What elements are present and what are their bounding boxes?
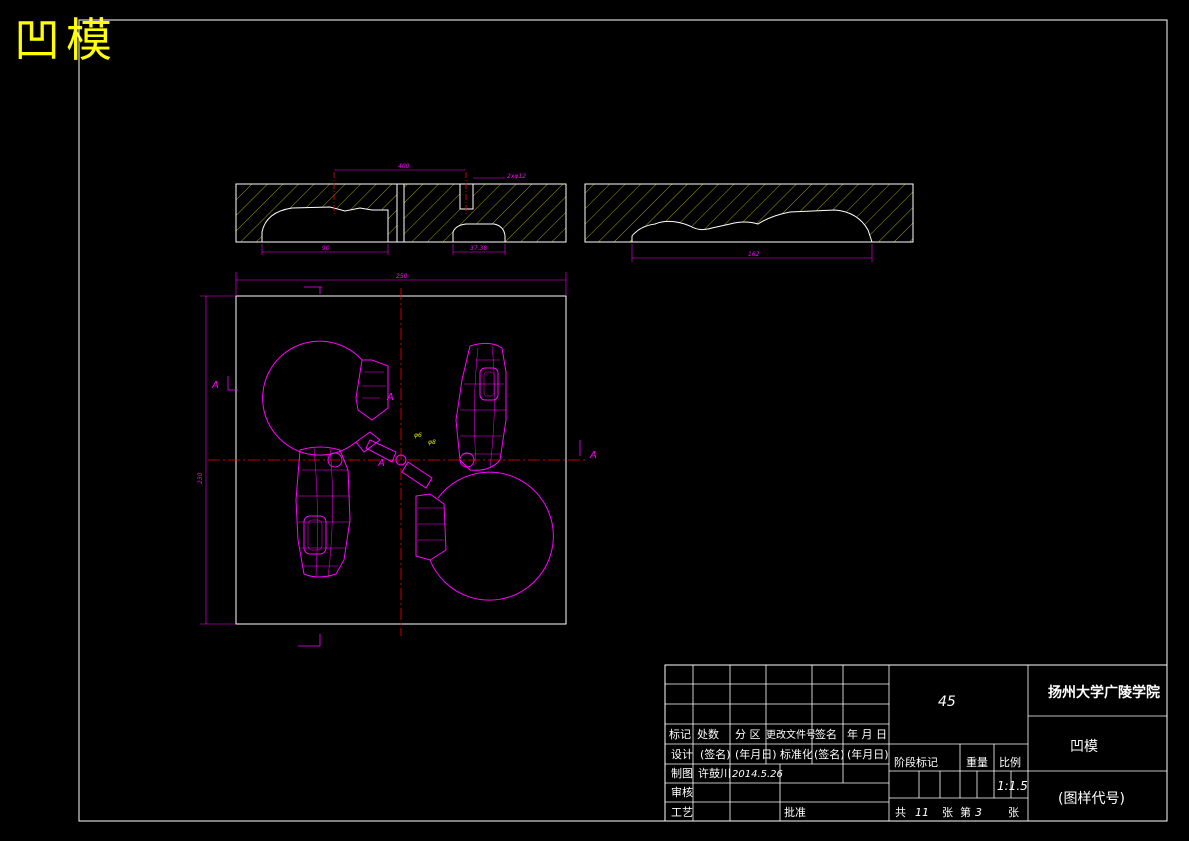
tb-design-sign: (签名) (700, 747, 731, 761)
tb-total-value: 11 (915, 806, 929, 819)
tb-design-date: (年月日) (735, 747, 777, 761)
dim-top-hole: 2xφ12 (507, 173, 526, 180)
dim-top-overall: 400 (398, 163, 410, 170)
section-pin-slot (396, 183, 405, 243)
tb-std-date: (年月日) (847, 747, 889, 761)
cavity-round-top-left (262, 340, 389, 456)
dim-hole-dia-2: φ8 (428, 439, 436, 446)
cavity-handle-bottom-left (295, 446, 351, 579)
tb-scale-label: 比例 (999, 755, 1021, 769)
section-cavity-mid (452, 223, 506, 243)
tb-part-name: 凹模 (1070, 739, 1098, 755)
section-marker-a3: A (377, 458, 385, 469)
section-cavity-left (261, 206, 389, 243)
dim-plan-width: 250 (396, 273, 408, 280)
tb-stage-label: 阶段标记 (894, 755, 938, 769)
tb-sheets-label: 张 (942, 806, 953, 819)
cavity-handle-top-right (455, 342, 507, 471)
tb-rev-header-1: 处数 (697, 728, 719, 741)
tb-scale-value: 1:1.5 (997, 779, 1028, 793)
title-block: 45 扬州大学广陵学院 凹模 (图样代号) 标记 处数 分 区 更改文件号 签名… (664, 664, 1168, 822)
dim-right-section: 162 (748, 251, 760, 258)
section-marker-a1: A (211, 380, 219, 391)
dim-plan-height: 230 (197, 472, 204, 484)
tb-design-label: 设计 (671, 748, 693, 761)
dim-top-cavity-left: 90 (322, 245, 330, 252)
tb-draw-date: 2014.5.26 (732, 769, 783, 780)
section-marker-a2: A (386, 392, 394, 403)
tb-school: 扬州大学广陵学院 (1048, 684, 1160, 701)
tb-rev-header-0: 标记 (669, 727, 691, 741)
tb-rev-header-5: 年 月 日 (847, 727, 887, 741)
tb-approve-label: 批准 (784, 805, 806, 819)
tb-check-label: 审核 (671, 785, 693, 799)
tb-no-label: 第 (960, 805, 971, 819)
tb-rev-header-4: 签名 (815, 727, 837, 741)
tb-rev-header-2: 分 区 (735, 728, 761, 741)
tb-std-sign: (签名) (814, 747, 845, 761)
tb-rev-header-3: 更改文件号 (766, 728, 816, 741)
section-screw-hole (459, 183, 474, 210)
tb-no-value: 3 (975, 806, 982, 819)
plan-view: 250 230 A A A A φ6 φ8 (197, 272, 597, 647)
cad-drawing: 400 2xφ12 90 37.38 162 250 230 A A A A φ… (78, 19, 1168, 822)
dim-top-cavity-mid: 37.38 (470, 245, 487, 252)
dim-hole-dia-1: φ6 (414, 432, 422, 439)
section-marker-a4: A (589, 450, 597, 461)
tb-sheet-label: 张 (1008, 806, 1019, 819)
tb-process-label: 工艺 (671, 806, 693, 819)
section-view-left: 400 2xφ12 90 37.38 (235, 163, 567, 255)
tb-draw-label: 制图 (671, 767, 693, 780)
cavity-runner (365, 439, 433, 489)
tb-std-label: 标准化 (780, 747, 813, 761)
tb-draw-name: 许鼓川 (698, 766, 731, 780)
tb-material: 45 (938, 694, 956, 710)
frame-inner (78, 19, 1168, 822)
tb-weight-label: 重量 (966, 755, 988, 769)
tb-total-label: 共 (895, 806, 906, 819)
tb-drawing-code: (图样代号) (1058, 791, 1125, 807)
cavity-round-bottom-right (415, 471, 554, 601)
section-view-right: 162 (584, 183, 914, 262)
